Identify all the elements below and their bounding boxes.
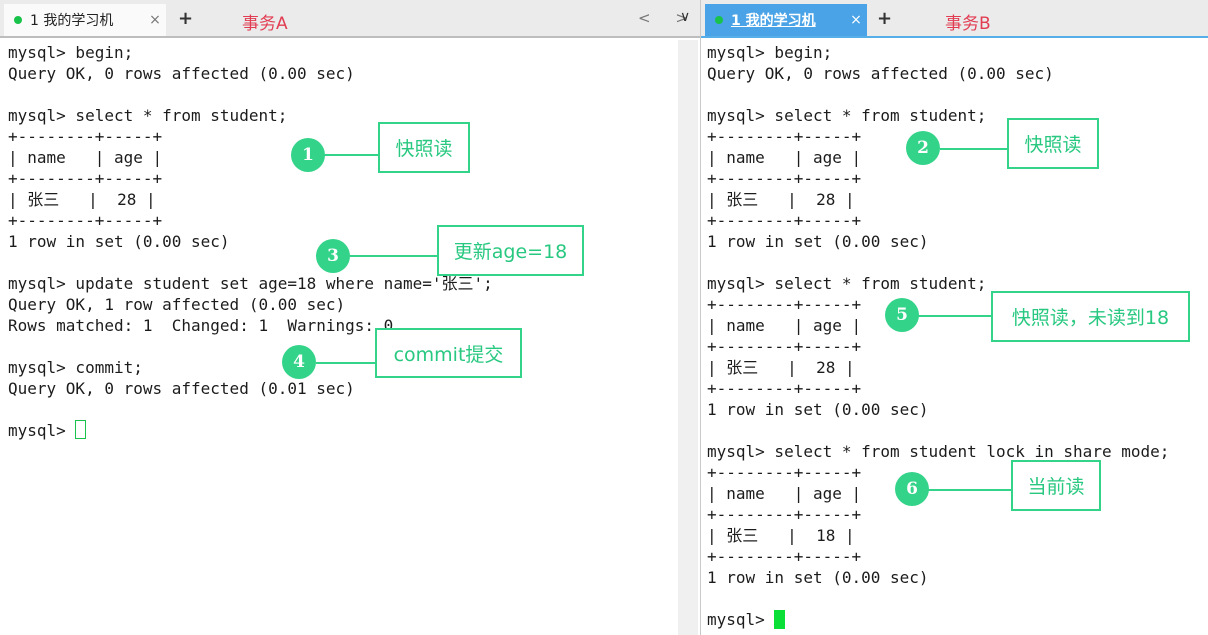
text-cursor (774, 610, 786, 629)
step-badge-1: 1 (291, 138, 325, 172)
connector-line (918, 315, 992, 317)
terminal-line: 1 row in set (0.00 sec) (707, 568, 929, 587)
terminal-line: 1 row in set (0.00 sec) (707, 232, 929, 251)
new-tab-button[interactable]: + (178, 8, 193, 29)
close-tab-icon[interactable]: × (845, 12, 867, 28)
callout-snapshot-not-read: 快照读，未读到18 (991, 291, 1190, 342)
step-badge-2: 2 (906, 131, 940, 165)
connector-line (316, 362, 376, 364)
terminal-line: Query OK, 1 row affected (0.00 sec) (8, 295, 346, 314)
connected-status-icon (715, 16, 723, 24)
callout-current-read: 当前读 (1011, 460, 1101, 511)
terminal-line: mysql> begin; (707, 43, 833, 62)
tab-label: 1 我的学习机 (30, 13, 114, 29)
step-badge-4: 4 (282, 345, 316, 379)
close-tab-icon[interactable]: × (144, 12, 166, 28)
terminal-line: +--------+-----+ (707, 547, 862, 566)
connector-line (350, 255, 438, 257)
terminal-line: mysql> select * from student lock in sha… (707, 442, 1170, 461)
terminal-line: +--------+-----+ (8, 211, 163, 230)
callout-update: 更新age=18 (437, 225, 584, 276)
terminal-line: | 张三 | 28 | (707, 358, 855, 377)
scrollbar[interactable] (678, 40, 698, 635)
terminal-line: | 张三 | 28 | (8, 190, 156, 209)
transaction-label: 事务A (242, 14, 288, 34)
terminal-line: Query OK, 0 rows affected (0.00 sec) (8, 64, 355, 83)
terminal-line: +--------+-----+ (707, 211, 862, 230)
callout-commit: commit提交 (375, 328, 522, 378)
terminal-line: mysql> (8, 420, 493, 441)
terminal-line: mysql> update student set age=18 where n… (8, 274, 493, 293)
terminal-line: | 张三 | 18 | (707, 526, 855, 545)
terminal-line: mysql> (707, 609, 1169, 630)
tab-session-a[interactable]: 1 我的学习机 × (4, 4, 166, 36)
connected-status-icon (14, 16, 22, 24)
connector-line (940, 148, 1008, 150)
step-badge-6: 6 (895, 472, 929, 506)
terminal-line: +--------+-----+ (707, 169, 862, 188)
transaction-label: 事务B (945, 14, 991, 34)
callout-snapshot-read: 快照读 (378, 122, 470, 173)
terminal-line: 1 row in set (0.00 sec) (8, 232, 230, 251)
callout-snapshot-read: 快照读 (1007, 118, 1099, 169)
terminal-line: Query OK, 0 rows affected (0.01 sec) (8, 379, 355, 398)
text-cursor (75, 420, 87, 439)
tab-session-b[interactable]: 1 我的学习机 × (705, 4, 867, 36)
chevron-down-icon[interactable]: ∨ (680, 9, 690, 25)
step-badge-5: 5 (885, 298, 919, 332)
terminal-line: mysql> begin; (8, 43, 134, 62)
terminal-line: mysql> select * from student; (707, 106, 987, 125)
tab-label: 1 我的学习机 (731, 13, 816, 29)
connector-line (928, 489, 1012, 491)
tab-bar-b: 1 我的学习机 × + 事务B (701, 0, 1208, 38)
new-tab-button[interactable]: + (877, 8, 892, 29)
step-badge-3: 3 (316, 239, 350, 273)
terminal-output[interactable]: mysql> begin; Query OK, 0 rows affected (… (8, 42, 493, 441)
terminal-line: 1 row in set (0.00 sec) (707, 400, 929, 419)
terminal-line: | 张三 | 28 | (707, 190, 855, 209)
connector-line (324, 154, 378, 156)
tab-bar-a: 1 我的学习机 × + 事务A < > ∨ (0, 0, 700, 38)
terminal-pane-a: 1 我的学习机 × + 事务A < > ∨ mysql> begin; Query… (0, 0, 700, 635)
terminal-line: +--------+-----+ (707, 379, 862, 398)
terminal-line: Query OK, 0 rows affected (0.00 sec) (707, 64, 1054, 83)
